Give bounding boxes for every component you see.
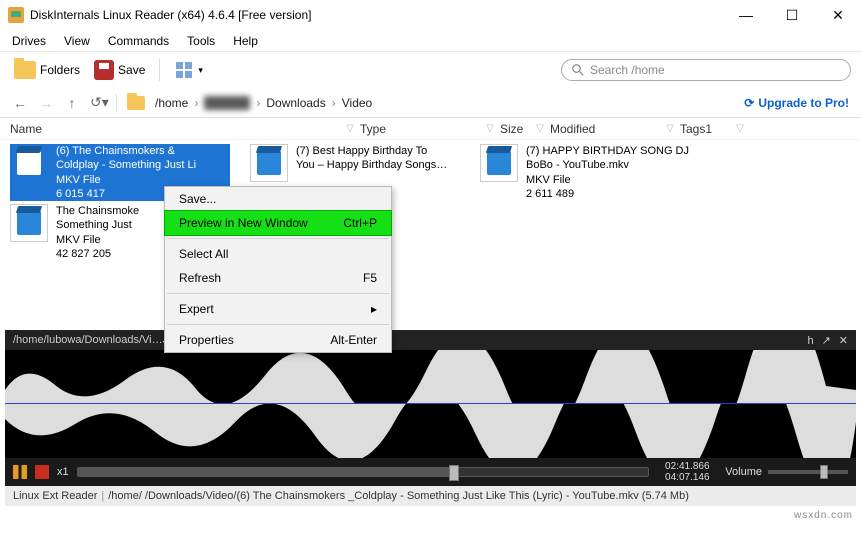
player-controls: x1 02:41.86604:07.146 Volume <box>5 458 856 486</box>
file-list: (6) The Chainsmokers &Coldplay - Somethi… <box>0 140 861 300</box>
menu-drives[interactable]: Drives <box>12 34 46 48</box>
col-tags[interactable]: Tags1▽ <box>680 122 750 136</box>
search-icon <box>572 64 584 76</box>
app-icon <box>8 7 24 23</box>
folder-icon <box>127 96 145 110</box>
col-name[interactable]: Name▽ <box>10 122 360 136</box>
preview-other[interactable]: ↗ <box>822 335 831 347</box>
save-button[interactable]: Save <box>90 58 149 82</box>
separator <box>167 238 389 239</box>
col-modified[interactable]: Modified▽ <box>550 122 680 136</box>
chevron-right-icon: ▸ <box>371 302 377 316</box>
up-button[interactable]: ↑ <box>64 95 80 111</box>
ctx-preview-new-window[interactable]: Preview in New WindowCtrl+P <box>165 211 391 235</box>
view-mode-button[interactable]: ▾ <box>170 58 207 82</box>
history-button[interactable]: ↺▾ <box>90 94 106 111</box>
search-placeholder: Search /home <box>590 63 665 77</box>
menu-tools[interactable]: Tools <box>187 34 215 48</box>
file-item[interactable]: The ChainsmokeSomething JustMKV File42 8… <box>10 204 160 261</box>
grid-icon <box>174 60 194 80</box>
upgrade-link[interactable]: ⟳ Upgrade to Pro! <box>744 96 849 110</box>
ctx-refresh[interactable]: RefreshF5 <box>165 266 391 290</box>
close-button[interactable]: ✕ <box>815 0 861 30</box>
preview-h[interactable]: h <box>807 335 813 347</box>
preview-close[interactable]: ✕ <box>839 335 848 347</box>
save-label: Save <box>118 63 145 77</box>
separator <box>167 293 389 294</box>
save-icon <box>94 60 114 80</box>
file-item[interactable]: (7) HAPPY BIRTHDAY SONG DJBoBo - YouTube… <box>480 144 700 201</box>
folder-icon <box>14 61 36 79</box>
pause-button[interactable] <box>13 465 27 479</box>
toolbar: Folders Save ▾ Search /home <box>0 52 861 88</box>
nav-bar: ← → ↑ ↺▾ /home› xxxxx› Downloads› Video … <box>0 88 861 118</box>
back-button[interactable]: ← <box>12 95 28 111</box>
search-input[interactable]: Search /home <box>561 59 851 81</box>
ctx-properties[interactable]: PropertiesAlt-Enter <box>165 328 391 352</box>
separator <box>116 94 117 112</box>
file-item[interactable]: (7) Best Happy Birthday ToYou – Happy Bi… <box>250 144 470 182</box>
crumb-downloads[interactable]: Downloads <box>266 96 325 110</box>
ctx-expert[interactable]: Expert▸ <box>165 297 391 321</box>
column-headers: Name▽ Type▽ Size▽ Modified▽ Tags1▽ <box>0 118 861 140</box>
status-bar: Linux Ext Reader | /home/ /Downloads/Vid… <box>5 486 856 506</box>
waveform[interactable] <box>5 350 856 458</box>
ctx-select-all[interactable]: Select All <box>165 242 391 266</box>
separator <box>159 59 160 81</box>
menu-commands[interactable]: Commands <box>108 34 169 48</box>
window-title: DiskInternals Linux Reader (x64) 4.6.4 [… <box>30 8 723 22</box>
preview-titlebar: /home/lubowa/Downloads/Vi…Just Like This… <box>5 330 856 350</box>
volume-slider[interactable] <box>768 470 848 474</box>
volume-label: Volume <box>725 466 762 478</box>
breadcrumb[interactable]: /home› xxxxx› Downloads› Video <box>155 96 372 110</box>
crumb-video[interactable]: Video <box>342 96 372 110</box>
minimize-button[interactable]: — <box>723 0 769 30</box>
col-size[interactable]: Size▽ <box>500 122 550 136</box>
context-menu: Save... Preview in New WindowCtrl+P Sele… <box>164 186 392 353</box>
time-display: 02:41.86604:07.146 <box>657 461 717 483</box>
status-path: /home/ /Downloads/Video/(6) The Chainsmo… <box>108 490 689 502</box>
preview-path: /home/lubowa/Downloads/Vi <box>13 334 152 346</box>
stop-button[interactable] <box>35 465 49 479</box>
preview-pane: /home/lubowa/Downloads/Vi…Just Like This… <box>5 330 856 505</box>
col-type[interactable]: Type▽ <box>360 122 500 136</box>
menu-view[interactable]: View <box>64 34 90 48</box>
title-bar: DiskInternals Linux Reader (x64) 4.6.4 [… <box>0 0 861 30</box>
status-left: Linux Ext Reader <box>13 490 97 502</box>
seek-bar[interactable] <box>77 467 650 477</box>
separator <box>167 324 389 325</box>
refresh-icon: ⟳ <box>744 96 754 110</box>
forward-button[interactable]: → <box>38 95 54 111</box>
crumb-user-redacted[interactable]: xxxxx <box>204 96 250 110</box>
maximize-button[interactable]: ☐ <box>769 0 815 30</box>
menu-bar: Drives View Commands Tools Help <box>0 30 861 52</box>
speed-label: x1 <box>57 466 69 478</box>
volume-control[interactable]: Volume <box>725 466 848 478</box>
ctx-save[interactable]: Save... <box>165 187 391 211</box>
menu-help[interactable]: Help <box>233 34 258 48</box>
watermark: wsxdn.com <box>794 510 853 521</box>
folders-button[interactable]: Folders <box>10 59 84 81</box>
upgrade-label: Upgrade to Pro! <box>758 96 849 110</box>
folders-label: Folders <box>40 63 80 77</box>
crumb-home[interactable]: /home <box>155 96 188 110</box>
